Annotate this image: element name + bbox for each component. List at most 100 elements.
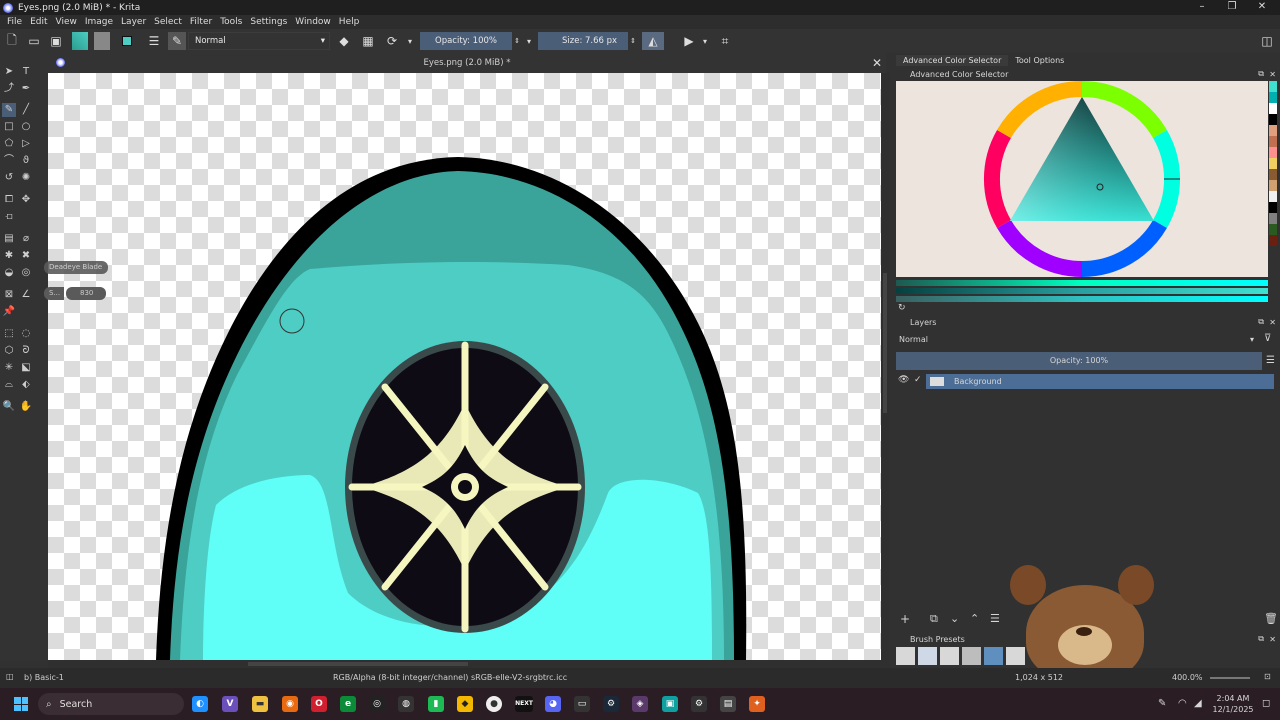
palette-swatch[interactable] <box>1269 224 1277 235</box>
rectangle-tool-icon[interactable]: □ <box>2 120 16 134</box>
app-white-icon[interactable]: ● <box>486 696 502 712</box>
zoom-tool-icon[interactable]: 🔍 <box>2 400 16 414</box>
minimize-icon[interactable]: – <box>1186 0 1218 15</box>
app-orange-icon[interactable]: ✦ <box>749 696 765 712</box>
close-window-icon[interactable]: ✕ <box>1246 0 1278 15</box>
move-down-icon[interactable]: ⌄ <box>950 612 959 625</box>
next-app-icon[interactable]: NEXT <box>515 696 533 712</box>
magnetic-select-icon[interactable]: ⬖ <box>19 378 33 392</box>
freehand-brush-icon[interactable]: ✎ <box>2 103 16 117</box>
mirror-horizontal-icon[interactable]: ◭ <box>642 32 664 50</box>
menu-help[interactable]: Help <box>339 17 360 27</box>
palette-swatch[interactable] <box>1269 202 1277 213</box>
freehand-path-icon[interactable]: ϑ <box>19 154 33 168</box>
ellipse-tool-icon[interactable]: ○ <box>19 120 33 134</box>
gradient-swatch[interactable] <box>72 32 88 50</box>
layer-properties-icon[interactable]: ☰ <box>990 612 1000 625</box>
steam-icon[interactable]: ⚙ <box>603 696 619 712</box>
palette-swatch[interactable] <box>1269 114 1277 125</box>
pattern-swatch[interactable] <box>94 32 110 50</box>
hue-slider[interactable] <box>896 280 1268 286</box>
assistant-tool-icon[interactable]: ⊠ <box>2 288 16 302</box>
saturation-slider[interactable] <box>896 288 1268 294</box>
add-layer-icon[interactable]: + <box>900 612 910 626</box>
app-yellow-icon[interactable]: ◆ <box>457 696 473 712</box>
palette-swatch[interactable] <box>1269 136 1277 147</box>
workspace-chooser-icon[interactable]: ◫ <box>1258 32 1276 50</box>
text-tool-icon[interactable]: T <box>19 65 33 79</box>
float-docker-icon[interactable]: ⧉ <box>1258 317 1264 327</box>
palette-swatch[interactable] <box>1269 92 1277 103</box>
fit-canvas-icon[interactable]: ⊡ <box>1264 672 1271 681</box>
close-docker-icon[interactable]: ✕ <box>1269 635 1276 644</box>
delete-layer-icon[interactable]: 🗑 <box>1264 612 1278 625</box>
close-document-icon[interactable]: ✕ <box>872 56 882 70</box>
menu-settings[interactable]: Settings <box>250 17 287 27</box>
drawing-canvas[interactable] <box>48 73 881 660</box>
colorize-mask-icon[interactable]: ✖ <box>19 249 33 263</box>
duplicate-layer-icon[interactable]: ⧉ <box>930 612 938 626</box>
menu-edit[interactable]: Edit <box>30 17 47 27</box>
settings-icon[interactable]: ⚙ <box>691 696 707 712</box>
new-document-icon[interactable]: 🗋 <box>4 32 20 50</box>
multibrush-icon[interactable]: ✺ <box>19 171 33 185</box>
enclose-fill-icon[interactable]: ◎ <box>19 266 33 280</box>
zoom-slider[interactable] <box>1210 677 1250 679</box>
palette-swatch[interactable] <box>1269 180 1277 191</box>
eraser-icon[interactable]: ◆ <box>336 32 352 50</box>
blend-mode-select[interactable]: Normal ▾ <box>188 32 330 50</box>
palette-swatch[interactable] <box>1269 213 1277 224</box>
opacity-slider[interactable]: Opacity: 100% <box>420 32 512 50</box>
visual-studio-icon[interactable]: V <box>222 696 238 712</box>
float-docker-icon[interactable]: ⧉ <box>1258 69 1264 79</box>
palette-swatch[interactable] <box>1269 147 1277 158</box>
layer-row[interactable]: Background <box>926 374 1274 389</box>
menu-file[interactable]: File <box>7 17 22 27</box>
app-teal-icon[interactable]: ▣ <box>662 696 678 712</box>
mirror-vertical-icon[interactable]: ▶ <box>680 32 698 50</box>
similar-select-icon[interactable]: ⬕ <box>19 361 33 375</box>
opacity-stepper-icon[interactable]: ⇕ <box>512 32 522 50</box>
color-selector-area[interactable] <box>896 80 1268 278</box>
select-shapes-icon[interactable]: ➤ <box>2 65 16 79</box>
alpha-lock-icon[interactable]: ▦ <box>360 32 376 50</box>
layer-blend-select[interactable]: Normal ▾ <box>896 333 1258 347</box>
chevron-down-icon[interactable]: ▾ <box>524 32 534 50</box>
console-icon[interactable]: ▤ <box>720 696 736 712</box>
menu-view[interactable]: View <box>56 17 77 27</box>
eye-icon[interactable]: 👁 <box>898 375 909 385</box>
palette-swatch[interactable] <box>1269 191 1277 202</box>
tab-tool-options[interactable]: Tool Options <box>1008 55 1071 66</box>
app-icon[interactable]: ◎ <box>369 696 385 712</box>
brush-preset-item[interactable] <box>940 647 959 665</box>
notification-icon[interactable]: ◻ <box>1262 698 1270 709</box>
calligraphy-icon[interactable]: ✒ <box>19 82 33 96</box>
fill-tool-icon[interactable]: ◒ <box>2 266 16 280</box>
brush-preset-icon[interactable]: ◫ <box>6 672 14 681</box>
wifi-icon[interactable]: ◠ <box>1178 698 1187 709</box>
filter-icon[interactable]: ⊽ <box>1264 333 1271 344</box>
move-up-icon[interactable]: ⌃ <box>970 612 979 625</box>
open-document-icon[interactable]: ▭ <box>26 32 42 50</box>
palette-swatch[interactable] <box>1269 158 1277 169</box>
check-icon[interactable]: ✓ <box>914 375 922 385</box>
reference-tool-icon[interactable]: 📌 <box>2 305 16 319</box>
horizontal-scrollbar[interactable] <box>48 660 890 668</box>
taskbar-search[interactable]: ⌕ Search <box>38 693 184 715</box>
menu-select[interactable]: Select <box>154 17 182 27</box>
volume-icon[interactable]: ◢ <box>1194 698 1202 709</box>
size-slider[interactable]: Size: 7.66 px <box>556 32 628 50</box>
polyline-tool-icon[interactable]: ▷ <box>19 137 33 151</box>
palette-swatch[interactable] <box>1269 103 1277 114</box>
palette-swatch[interactable] <box>1269 81 1277 92</box>
rect-select-icon[interactable]: ⬚ <box>2 327 16 341</box>
gradient-tool-icon[interactable]: ▤ <box>2 232 16 246</box>
menu-icon[interactable]: ☰ <box>1266 355 1275 366</box>
move-tool-icon[interactable]: ✥ <box>19 193 33 207</box>
close-docker-icon[interactable]: ✕ <box>1269 70 1276 79</box>
polygon-tool-icon[interactable]: ⬠ <box>2 137 16 151</box>
measure-tool-icon[interactable]: ∠ <box>19 288 33 302</box>
reset-color-icon[interactable]: ↻ <box>898 303 906 313</box>
polygon-select-icon[interactable]: ⬡ <box>2 344 16 358</box>
menu-tools[interactable]: Tools <box>220 17 242 27</box>
